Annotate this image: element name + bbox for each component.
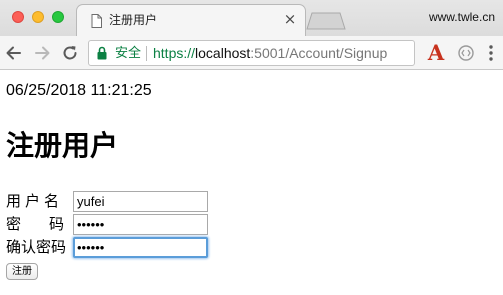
profile-label: www.twle.cn xyxy=(428,10,495,24)
lock-icon xyxy=(97,46,107,60)
back-arrow-icon[interactable] xyxy=(4,43,24,63)
url-scheme: https:// xyxy=(153,45,196,61)
confirm-password-input[interactable] xyxy=(73,237,208,258)
tab-title: 注册用户 xyxy=(109,13,158,27)
extension-a-icon[interactable]: A xyxy=(425,41,447,65)
tab-signup[interactable]: 注册用户 × xyxy=(76,4,306,36)
tab-strip: 注册用户 × www.twle.cn xyxy=(0,0,503,36)
url-host: localhost xyxy=(195,45,251,61)
timestamp: 06/25/2018 11:21:25 xyxy=(6,82,152,99)
url-path: :5001/Account/Signup xyxy=(250,45,388,61)
omnibox-divider xyxy=(146,46,147,61)
browser-window: 注册用户 × www.twle.cn 安全 https://localhost:… xyxy=(0,0,503,295)
page-title: 注册用户 xyxy=(6,129,119,162)
password-label: 密码 xyxy=(6,215,93,233)
confirm-password-label: 确认密码 xyxy=(6,238,67,256)
window-minimize-button[interactable] xyxy=(32,11,44,23)
window-close-button[interactable] xyxy=(12,11,24,23)
extension-circle-icon[interactable] xyxy=(458,45,474,61)
username-label: 用户名 xyxy=(6,192,64,210)
url-text[interactable]: https://localhost:5001/Account/Signup xyxy=(153,45,387,62)
new-tab-button[interactable] xyxy=(306,12,346,30)
password-input[interactable] xyxy=(73,214,208,235)
toolbar: 安全 https://localhost:5001/Account/Signup… xyxy=(0,36,503,70)
menu-icon[interactable] xyxy=(484,44,498,62)
page-content: 06/25/2018 11:21:25 注册用户 用户名 密码 确认密码 注册 xyxy=(0,70,503,295)
address-bar[interactable]: 安全 https://localhost:5001/Account/Signup xyxy=(88,40,415,66)
window-maximize-button[interactable] xyxy=(52,11,64,23)
signup-submit-button[interactable]: 注册 xyxy=(6,263,38,280)
reload-icon[interactable] xyxy=(60,43,80,63)
username-input[interactable] xyxy=(73,191,208,212)
forward-arrow-icon[interactable] xyxy=(32,43,52,63)
secure-label: 安全 xyxy=(115,46,142,61)
page-icon xyxy=(91,14,102,28)
tab-close-icon[interactable]: × xyxy=(283,12,297,27)
